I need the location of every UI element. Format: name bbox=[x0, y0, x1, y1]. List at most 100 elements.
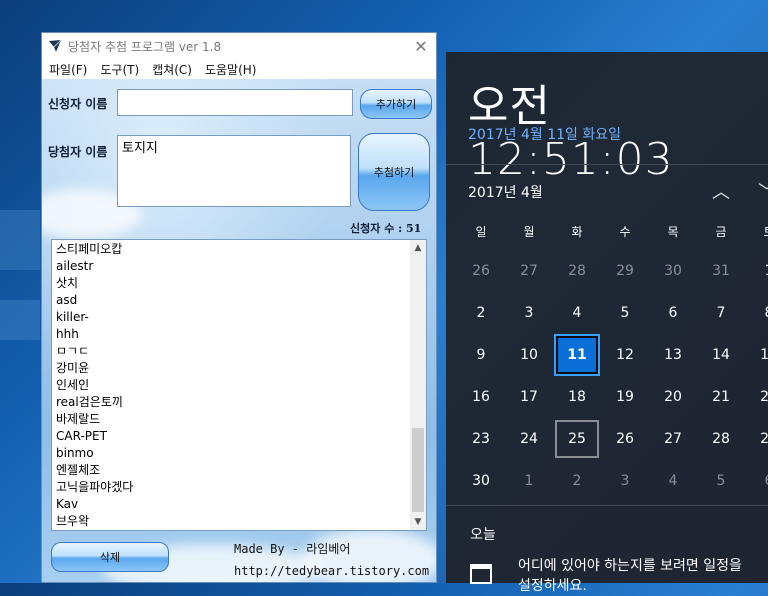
menu-help[interactable]: 도움말(H) bbox=[205, 61, 257, 78]
list-item[interactable]: 엔젤체조 bbox=[56, 462, 408, 479]
calendar-day[interactable]: 27 bbox=[505, 251, 553, 291]
add-button[interactable]: 추가하기 bbox=[360, 89, 432, 119]
prev-month-icon[interactable]: ︿ bbox=[712, 178, 730, 204]
divider bbox=[446, 164, 768, 165]
calendar-day[interactable]: 14 bbox=[697, 335, 745, 375]
lottery-app-window: 당첨자 추첨 프로그램 ver 1.8 ✕ 파일(F) 도구(T) 캡쳐(C) … bbox=[41, 32, 437, 583]
calendar-day[interactable]: 30 bbox=[649, 251, 697, 291]
weekday-header: 월 bbox=[523, 225, 535, 239]
applicant-list-items: 스티페미오캅 ailestr 삿치 asd killer- hhh ㅁㄱㄷ 강미… bbox=[56, 241, 408, 530]
calendar-day[interactable]: 13 bbox=[649, 335, 697, 375]
calendar-day[interactable]: 31 bbox=[697, 251, 745, 291]
applicant-name-input[interactable] bbox=[117, 89, 353, 116]
calendar-day[interactable]: 7 bbox=[697, 293, 745, 333]
calendar-day[interactable]: 27 bbox=[649, 419, 697, 459]
list-item[interactable]: 강미윤 bbox=[56, 360, 408, 377]
list-scrollbar[interactable]: ▲ ▼ bbox=[410, 240, 426, 530]
winner-name-label: 당첨자 이름 bbox=[48, 145, 108, 159]
calendar-month[interactable]: 2017년 4월 bbox=[468, 182, 543, 202]
scroll-up-icon[interactable]: ▲ bbox=[410, 240, 426, 256]
weekday-header: 일 bbox=[475, 225, 487, 239]
list-item[interactable]: 바제랄드 bbox=[56, 411, 408, 428]
list-item[interactable]: ailestr bbox=[56, 258, 408, 275]
calendar-day[interactable]: 28 bbox=[697, 419, 745, 459]
calendar-day[interactable]: 1 bbox=[505, 461, 553, 501]
weekday-header: 토 bbox=[745, 223, 768, 240]
calendar-day[interactable]: 11 bbox=[554, 334, 600, 376]
list-item[interactable]: binmo bbox=[56, 445, 408, 462]
agenda-message: 어디에 있어야 하는지를 보려면 일정을 설정하세요. bbox=[518, 558, 742, 594]
calendar-day[interactable]: 16 bbox=[457, 377, 505, 417]
calendar-day[interactable]: 24 bbox=[505, 419, 553, 459]
list-item[interactable]: ㅁㄱㄷ bbox=[56, 343, 408, 360]
desktop-light-beam bbox=[0, 210, 40, 270]
menu-tools[interactable]: 도구(T) bbox=[100, 61, 139, 78]
applicant-name-label: 신청자 이름 bbox=[48, 97, 108, 111]
list-item[interactable]: 스티페미오캅 bbox=[56, 241, 408, 258]
main-panel: 신청자 이름 추가하기 당첨자 이름 토지지 추첨하기 신청자 수 : 51 스… bbox=[42, 79, 436, 582]
made-by-credit: Made By - 라임베어 bbox=[234, 542, 351, 556]
calendar-day[interactable]: 5 bbox=[697, 461, 745, 501]
applicant-list[interactable]: 스티페미오캅 ailestr 삿치 asd killer- hhh ㅁㄱㄷ 강미… bbox=[51, 239, 427, 531]
calendar-day[interactable]: 23 bbox=[457, 419, 505, 459]
full-date-link[interactable]: 2017년 4월 11일 화요일 bbox=[468, 124, 621, 144]
calendar-day[interactable]: 4 bbox=[553, 293, 601, 333]
calendar-day[interactable]: 29 bbox=[745, 419, 768, 459]
app-icon bbox=[49, 39, 62, 52]
list-item[interactable]: 인세인 bbox=[56, 377, 408, 394]
menu-file[interactable]: 파일(F) bbox=[49, 61, 87, 78]
scroll-thumb[interactable] bbox=[412, 428, 424, 512]
weekday-header: 금 bbox=[715, 225, 727, 239]
calendar-day[interactable]: 3 bbox=[601, 461, 649, 501]
calendar-day[interactable]: 4 bbox=[649, 461, 697, 501]
calendar-day[interactable]: 8 bbox=[745, 293, 768, 333]
divider bbox=[446, 505, 768, 506]
calendar-day[interactable]: 2 bbox=[457, 293, 505, 333]
list-item[interactable]: real검은토끼 bbox=[56, 394, 408, 411]
close-button[interactable]: ✕ bbox=[406, 37, 436, 56]
calendar-day[interactable]: 30 bbox=[457, 461, 505, 501]
list-item[interactable]: hhh bbox=[56, 326, 408, 343]
list-item[interactable]: 삿치 bbox=[56, 275, 408, 292]
list-item[interactable]: Kav bbox=[56, 496, 408, 513]
calendar-day[interactable]: 26 bbox=[457, 251, 505, 291]
calendar-day[interactable]: 22 bbox=[745, 377, 768, 417]
calendar-day[interactable]: 26 bbox=[601, 419, 649, 459]
list-item[interactable]: killer- bbox=[56, 309, 408, 326]
scroll-down-icon[interactable]: ▼ bbox=[410, 514, 426, 530]
calendar-day[interactable]: 21 bbox=[697, 377, 745, 417]
calendar-day[interactable]: 28 bbox=[553, 251, 601, 291]
blog-url: http://tedybear.tistory.com bbox=[234, 564, 430, 578]
calendar-day[interactable]: 6 bbox=[649, 293, 697, 333]
calendar-day[interactable]: 3 bbox=[505, 293, 553, 333]
applicant-count: 신청자 수 : 51 bbox=[350, 222, 422, 235]
list-item[interactable]: 고닉을파야겠다 bbox=[56, 479, 408, 496]
title-bar: 당첨자 추첨 프로그램 ver 1.8 ✕ bbox=[42, 33, 436, 59]
draw-button[interactable]: 추첨하기 bbox=[358, 133, 430, 211]
weekday-header: 수 bbox=[619, 225, 631, 239]
calendar-day[interactable]: 9 bbox=[457, 335, 505, 375]
calendar-day[interactable]: 17 bbox=[505, 377, 553, 417]
calendar-day[interactable]: 25 bbox=[555, 420, 599, 458]
list-item[interactable]: asd bbox=[56, 292, 408, 309]
calendar-day[interactable]: 12 bbox=[601, 335, 649, 375]
calendar-day[interactable]: 19 bbox=[601, 377, 649, 417]
calendar-day[interactable]: 2 bbox=[553, 461, 601, 501]
menu-bar: 파일(F) 도구(T) 캡쳐(C) 도움말(H) bbox=[42, 59, 436, 79]
list-item[interactable]: 브우왁 bbox=[56, 513, 408, 530]
calendar-day[interactable]: 1 bbox=[745, 251, 768, 291]
today-label: 오늘 bbox=[470, 527, 496, 543]
winner-name-box: 토지지 bbox=[117, 135, 351, 207]
weekday-header: 화 bbox=[571, 225, 583, 239]
list-item[interactable]: CAR-PET bbox=[56, 428, 408, 445]
calendar-day[interactable]: 29 bbox=[601, 251, 649, 291]
calendar-day[interactable]: 6 bbox=[745, 461, 768, 501]
calendar-day[interactable]: 20 bbox=[649, 377, 697, 417]
calendar-day[interactable]: 15 bbox=[745, 335, 768, 375]
menu-capture[interactable]: 캡쳐(C) bbox=[152, 61, 192, 78]
next-month-icon[interactable]: ﹀ bbox=[758, 178, 768, 204]
delete-button[interactable]: 삭제 bbox=[51, 542, 169, 572]
calendar-day[interactable]: 10 bbox=[505, 335, 553, 375]
calendar-day[interactable]: 5 bbox=[601, 293, 649, 333]
calendar-day[interactable]: 18 bbox=[553, 377, 601, 417]
